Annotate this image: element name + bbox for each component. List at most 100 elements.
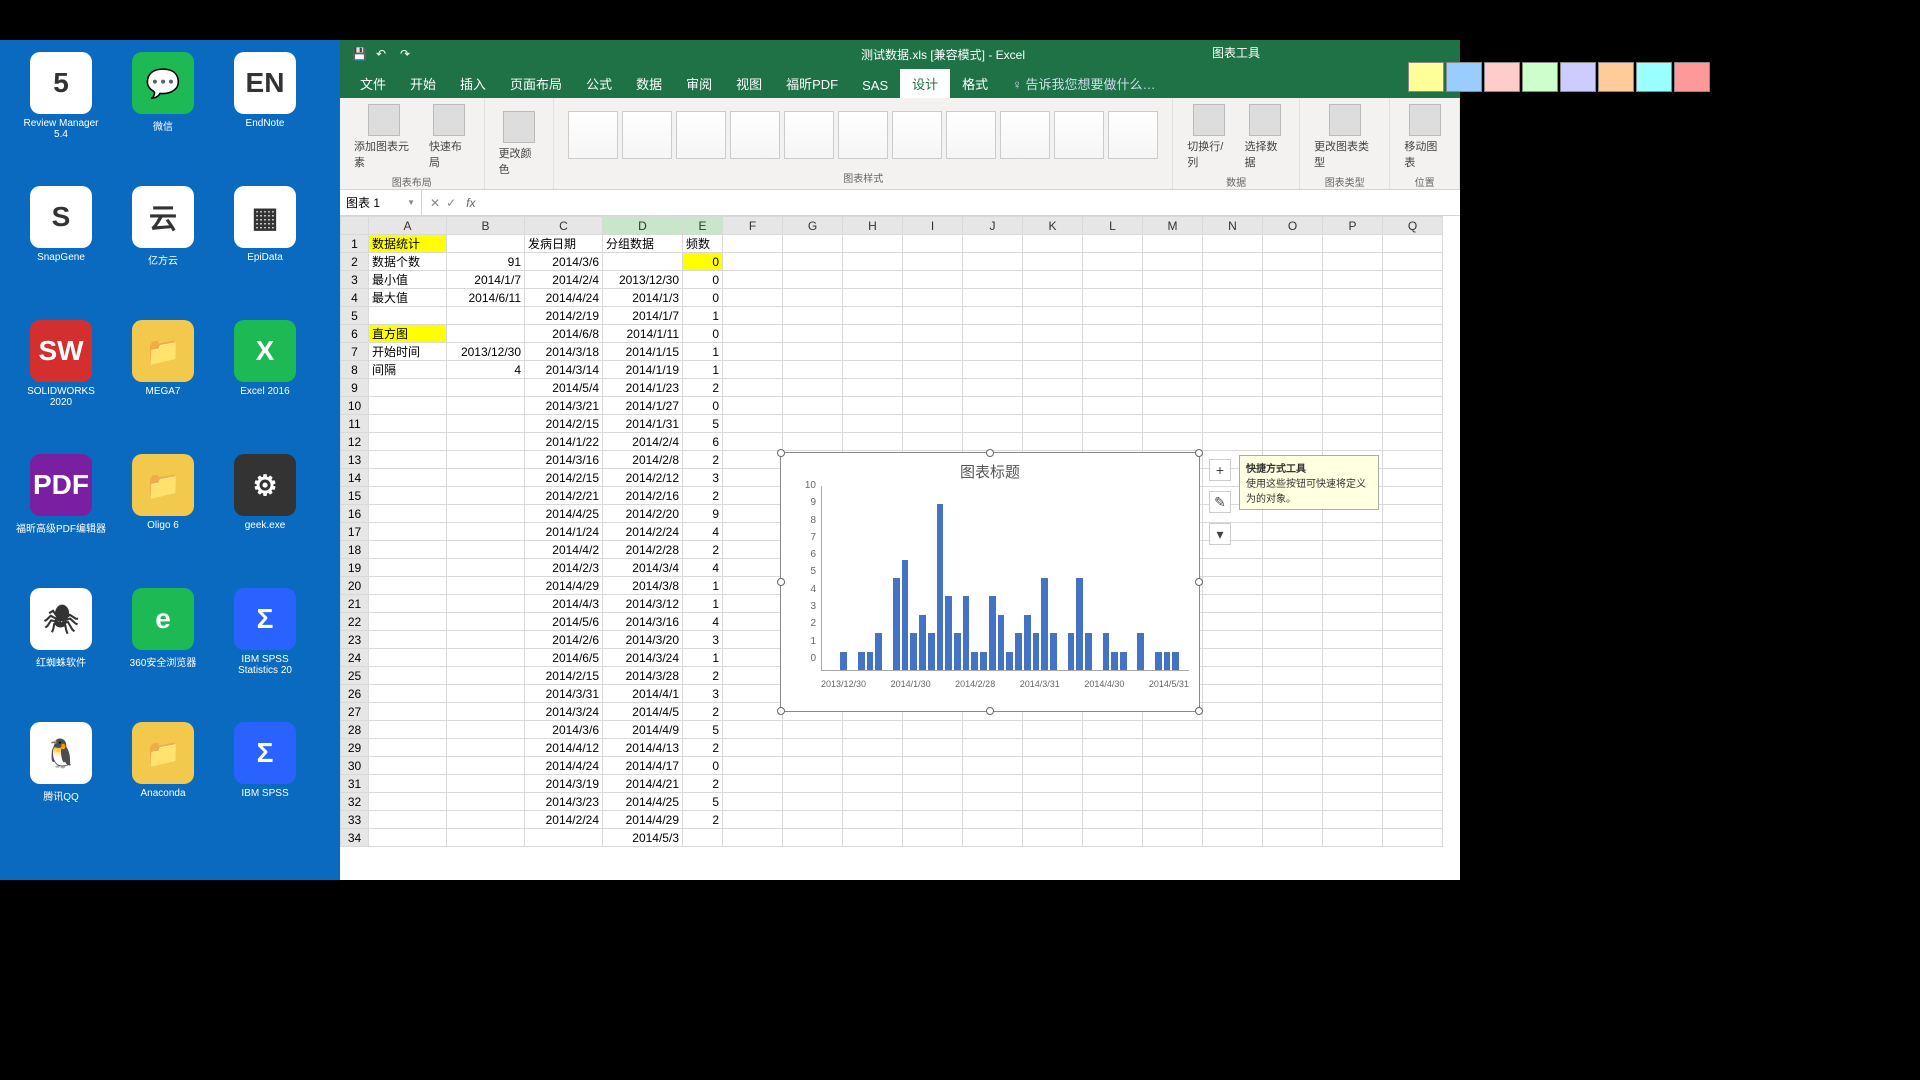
cell-J4[interactable] [963, 289, 1023, 307]
cell-K30[interactable] [1023, 757, 1083, 775]
cell-C14[interactable]: 2014/2/15 [525, 469, 603, 487]
cell-M12[interactable] [1143, 433, 1203, 451]
desktop-icon[interactable]: XExcel 2016 [220, 320, 310, 450]
cell-M29[interactable] [1143, 739, 1203, 757]
cell-G2[interactable] [783, 253, 843, 271]
cell-H10[interactable] [843, 397, 903, 415]
row-header[interactable]: 1 [341, 235, 369, 253]
row-header[interactable]: 22 [341, 613, 369, 631]
cell-P33[interactable] [1323, 811, 1383, 829]
row-header[interactable]: 18 [341, 541, 369, 559]
cell-P8[interactable] [1323, 361, 1383, 379]
row-header[interactable]: 2 [341, 253, 369, 271]
cell-B3[interactable]: 2014/1/7 [447, 271, 525, 289]
col-header-E[interactable]: E [683, 217, 723, 235]
cell-D17[interactable]: 2014/2/24 [603, 523, 683, 541]
cell-O1[interactable] [1263, 235, 1323, 253]
cell-D21[interactable]: 2014/3/12 [603, 595, 683, 613]
cell-L6[interactable] [1083, 325, 1143, 343]
cell-Q16[interactable] [1383, 505, 1443, 523]
cell-H31[interactable] [843, 775, 903, 793]
cell-P32[interactable] [1323, 793, 1383, 811]
cell-L29[interactable] [1083, 739, 1143, 757]
cell-C34[interactable] [525, 829, 603, 847]
cell-E25[interactable]: 2 [683, 667, 723, 685]
row-header[interactable]: 8 [341, 361, 369, 379]
cell-H4[interactable] [843, 289, 903, 307]
change-colors-button[interactable]: 更改颜色 [495, 109, 544, 179]
cell-L33[interactable] [1083, 811, 1143, 829]
cell-B28[interactable] [447, 721, 525, 739]
tab-审阅[interactable]: 审阅 [674, 69, 724, 98]
cell-A30[interactable] [369, 757, 447, 775]
cell-Q17[interactable] [1383, 523, 1443, 541]
cell-Q23[interactable] [1383, 631, 1443, 649]
cell-F7[interactable] [723, 343, 783, 361]
cell-D9[interactable]: 2014/1/23 [603, 379, 683, 397]
cell-D3[interactable]: 2013/12/30 [603, 271, 683, 289]
cell-D31[interactable]: 2014/4/21 [603, 775, 683, 793]
cell-D30[interactable]: 2014/4/17 [603, 757, 683, 775]
cell-O28[interactable] [1263, 721, 1323, 739]
cell-E19[interactable]: 4 [683, 559, 723, 577]
cell-K34[interactable] [1023, 829, 1083, 847]
col-header-O[interactable]: O [1263, 217, 1323, 235]
cell-P34[interactable] [1323, 829, 1383, 847]
cell-B19[interactable] [447, 559, 525, 577]
cell-I12[interactable] [903, 433, 963, 451]
cell-P6[interactable] [1323, 325, 1383, 343]
cell-C3[interactable]: 2014/2/4 [525, 271, 603, 289]
cell-F27[interactable] [723, 703, 783, 721]
cell-E29[interactable]: 2 [683, 739, 723, 757]
cell-A5[interactable] [369, 307, 447, 325]
cell-B22[interactable] [447, 613, 525, 631]
cell-Q12[interactable] [1383, 433, 1443, 451]
cell-H5[interactable] [843, 307, 903, 325]
cell-K33[interactable] [1023, 811, 1083, 829]
cell-Q22[interactable] [1383, 613, 1443, 631]
cell-N20[interactable] [1203, 577, 1263, 595]
desktop-icon[interactable]: ⚙geek.exe [220, 454, 310, 584]
cell-D16[interactable]: 2014/2/20 [603, 505, 683, 523]
cell-B20[interactable] [447, 577, 525, 595]
chart-title[interactable]: 图表标题 [781, 453, 1199, 486]
cell-K31[interactable] [1023, 775, 1083, 793]
row-header[interactable]: 12 [341, 433, 369, 451]
cell-P21[interactable] [1323, 595, 1383, 613]
cell-A17[interactable] [369, 523, 447, 541]
cell-E27[interactable]: 2 [683, 703, 723, 721]
cell-O5[interactable] [1263, 307, 1323, 325]
cell-A6[interactable]: 直方图 [369, 325, 447, 343]
cell-Q29[interactable] [1383, 739, 1443, 757]
cell-G34[interactable] [783, 829, 843, 847]
desktop-icon[interactable]: 5Review Manager 5.4 [16, 52, 106, 182]
row-header[interactable]: 21 [341, 595, 369, 613]
tab-页面布局[interactable]: 页面布局 [498, 69, 574, 98]
cell-J9[interactable] [963, 379, 1023, 397]
cell-N1[interactable] [1203, 235, 1263, 253]
cell-B18[interactable] [447, 541, 525, 559]
col-header-F[interactable]: F [723, 217, 783, 235]
cell-O27[interactable] [1263, 703, 1323, 721]
cell-H34[interactable] [843, 829, 903, 847]
cell-K6[interactable] [1023, 325, 1083, 343]
cell-E1[interactable]: 频数 [683, 235, 723, 253]
cell-F5[interactable] [723, 307, 783, 325]
cell-B16[interactable] [447, 505, 525, 523]
cell-B15[interactable] [447, 487, 525, 505]
cell-E11[interactable]: 5 [683, 415, 723, 433]
cell-A25[interactable] [369, 667, 447, 685]
cell-B6[interactable] [447, 325, 525, 343]
cell-B33[interactable] [447, 811, 525, 829]
cell-M10[interactable] [1143, 397, 1203, 415]
cell-C11[interactable]: 2014/2/15 [525, 415, 603, 433]
cell-N8[interactable] [1203, 361, 1263, 379]
cell-F31[interactable] [723, 775, 783, 793]
name-box[interactable]: 图表 1▼ [340, 190, 422, 215]
cell-C31[interactable]: 2014/3/19 [525, 775, 603, 793]
cell-E23[interactable]: 3 [683, 631, 723, 649]
cell-G5[interactable] [783, 307, 843, 325]
cell-P7[interactable] [1323, 343, 1383, 361]
cell-D19[interactable]: 2014/3/4 [603, 559, 683, 577]
cell-N4[interactable] [1203, 289, 1263, 307]
